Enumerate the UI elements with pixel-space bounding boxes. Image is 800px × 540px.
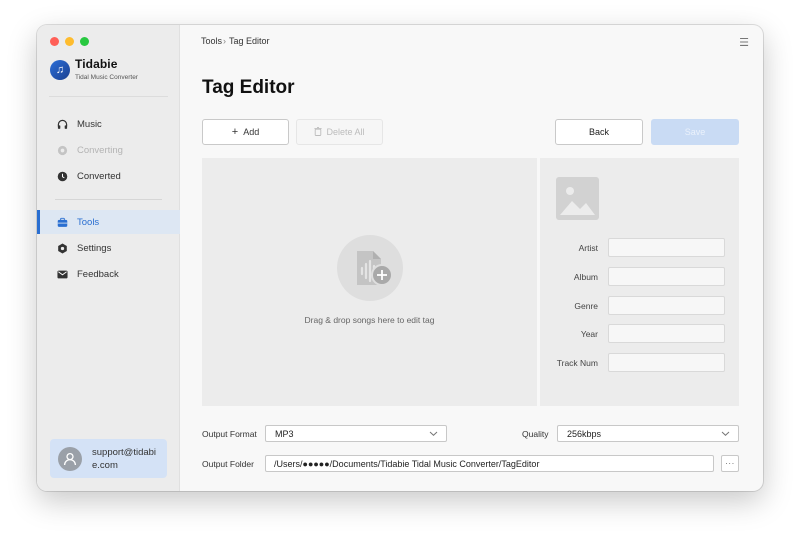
sidebar-item-label: Converting <box>77 144 123 156</box>
avatar <box>58 446 82 471</box>
chevron-right-icon: › <box>223 36 227 46</box>
app-name: Tidabie <box>75 57 118 71</box>
output-folder-field[interactable] <box>265 455 714 472</box>
minimize-window-button[interactable] <box>65 37 74 46</box>
chevron-down-icon <box>721 429 730 440</box>
clock-icon <box>57 171 68 182</box>
plus-icon: + <box>231 126 239 138</box>
sidebar-item-label: Settings <box>77 242 112 254</box>
sidebar-item-music[interactable]: Music <box>37 112 180 136</box>
nav-divider <box>55 199 162 200</box>
headphones-icon <box>57 119 68 130</box>
quality-value: 256kbps <box>567 428 602 439</box>
sidebar-item-converting[interactable]: Converting <box>37 138 180 162</box>
year-label: Year <box>580 328 598 339</box>
artist-label: Artist <box>578 242 598 253</box>
toolbox-icon <box>57 217 68 228</box>
output-format-value: MP3 <box>275 428 294 439</box>
tag-row-album: Album <box>540 267 739 286</box>
menu-icon[interactable]: ☰ <box>739 36 749 49</box>
breadcrumb-tools[interactable]: Tools <box>201 36 222 46</box>
sidebar-item-label: Feedback <box>77 268 119 280</box>
app-logo-icon: ♫ <box>50 60 70 80</box>
account-email: support@tidabie.com <box>92 446 157 471</box>
app-subtitle: Tidal Music Converter <box>75 74 138 81</box>
mail-icon <box>57 269 68 280</box>
chevron-down-icon <box>429 429 438 440</box>
output-format-select[interactable]: MP3 <box>265 425 447 442</box>
main-content: Tools › Tag Editor ☰ Tag Editor + Add De… <box>180 25 763 491</box>
artist-field[interactable] <box>608 238 725 257</box>
browse-folder-button[interactable]: ··· <box>721 455 739 472</box>
breadcrumb: Tools › Tag Editor <box>201 36 270 46</box>
year-field[interactable] <box>608 324 725 343</box>
drop-zone-hint: Drag & drop songs here to edit tag <box>304 315 435 325</box>
sidebar-item-feedback[interactable]: Feedback <box>37 262 180 286</box>
zoom-window-button[interactable] <box>80 37 89 46</box>
delete-all-button-label: Delete All <box>326 127 365 137</box>
add-music-file-icon <box>336 235 403 301</box>
output-format-label: Output Format <box>202 429 257 439</box>
tag-row-artist: Artist <box>540 238 739 257</box>
album-field[interactable] <box>608 267 725 286</box>
album-label: Album <box>573 271 598 282</box>
page-title: Tag Editor <box>202 77 295 98</box>
add-button-label: Add <box>243 127 260 137</box>
trash-icon <box>314 126 323 138</box>
brand-divider <box>49 96 168 97</box>
app-window: ♫ Tidabie Tidal Music Converter Music Co… <box>37 25 763 491</box>
tag-row-track-num: Track Num <box>540 353 739 372</box>
delete-all-button[interactable]: Delete All <box>296 119 383 145</box>
sidebar-item-tools[interactable]: Tools <box>37 210 180 234</box>
quality-label: Quality <box>522 429 549 439</box>
drop-zone[interactable]: Drag & drop songs here to edit tag <box>202 158 537 406</box>
sidebar-item-label: Tools <box>77 216 100 228</box>
add-button[interactable]: + Add <box>202 119 289 145</box>
tag-panel: Artist Album Genre Year Track Num <box>540 158 739 406</box>
genre-label: Genre <box>574 300 598 311</box>
tag-row-year: Year <box>540 324 739 343</box>
save-button[interactable]: Save <box>651 119 739 145</box>
account-card[interactable]: support@tidabie.com <box>50 439 167 478</box>
user-icon <box>63 452 77 465</box>
converting-icon <box>57 145 68 156</box>
genre-field[interactable] <box>608 296 725 315</box>
brand: ♫ Tidabie Tidal Music Converter <box>50 57 138 81</box>
close-window-button[interactable] <box>50 37 59 46</box>
output-folder-label: Output Folder <box>202 459 254 469</box>
album-cover-placeholder[interactable] <box>556 177 599 220</box>
track-num-field[interactable] <box>608 353 725 372</box>
sidebar-item-settings[interactable]: Settings <box>37 236 180 260</box>
sidebar-item-label: Music <box>77 118 102 130</box>
quality-select[interactable]: 256kbps <box>557 425 739 442</box>
window-controls <box>50 37 89 46</box>
sidebar-item-label: Converted <box>77 170 121 182</box>
track-num-label: Track Num <box>556 357 598 368</box>
breadcrumb-current: Tag Editor <box>229 36 270 46</box>
back-button[interactable]: Back <box>555 119 643 145</box>
gear-icon <box>57 243 68 254</box>
tag-row-genre: Genre <box>540 296 739 315</box>
sidebar: ♫ Tidabie Tidal Music Converter Music Co… <box>37 25 180 491</box>
image-icon <box>556 177 599 220</box>
sidebar-item-converted[interactable]: Converted <box>37 164 180 188</box>
